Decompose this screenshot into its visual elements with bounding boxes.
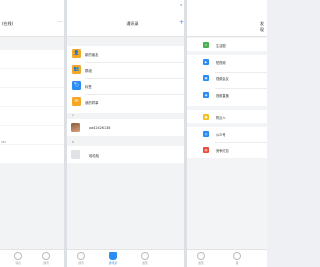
chat-row[interactable] — [0, 69, 64, 87]
tab-calls[interactable]: 通讯 — [71, 252, 91, 265]
official-accounts-icon: ◎ — [203, 131, 209, 137]
section-letter-a: A — [72, 113, 75, 117]
more-menu-icon[interactable]: ··· — [57, 20, 62, 25]
tab-discover[interactable]: 发现 — [191, 252, 211, 265]
discover-title: 发现 — [260, 21, 264, 32]
tab-bar: 消息 通讯 — [0, 249, 64, 267]
discover-item-moments[interactable]: ✦ 生活圈 — [187, 38, 267, 51]
colleagues-label: 我的同事 — [85, 100, 99, 105]
discover-group-2: ◎ 公众号 ▤ 竞争红包 — [187, 127, 267, 158]
chat-preview: 9fd — [1, 140, 6, 144]
tags-label: 标签 — [85, 84, 92, 89]
groups-icon: 👥 — [72, 65, 81, 74]
chats-title: (在线) — [2, 21, 14, 26]
new-friends-label: 新的朋友 — [85, 52, 99, 57]
contacts-tab-icon — [109, 252, 117, 260]
chat-row[interactable] — [0, 50, 64, 68]
tab-me[interactable]: 我 — [227, 252, 247, 265]
discover-item-nearby[interactable]: ● 附近人 — [187, 110, 267, 123]
live-icon: ◉ — [203, 92, 209, 98]
avatar — [71, 123, 80, 132]
red-packet-icon: ▤ — [203, 147, 209, 153]
video-meeting-icon: ▣ — [203, 75, 209, 81]
tab-messages[interactable]: 消息 — [8, 252, 28, 265]
contact-row[interactable]: 哈哈哈 — [67, 146, 198, 163]
avatar — [71, 150, 80, 159]
tab-contacts[interactable]: 通讯录 — [103, 252, 123, 265]
status-bar — [0, 0, 64, 8]
contacts-panel: ▾ ▮ 9:40 通讯录 + 👤 新的朋友 👥 群组 🏷 标签 — [67, 0, 198, 267]
chats-panel: (在线) ··· 9fd 消息 通讯 — [0, 0, 64, 267]
contact-name: 哈哈哈 — [89, 154, 100, 158]
moments-icon: ✦ — [203, 41, 209, 48]
chat-row[interactable] — [0, 88, 64, 106]
tab-discover[interactable]: 发现 — [135, 252, 155, 265]
chat-row[interactable]: 9fd — [0, 126, 64, 144]
chat-row[interactable] — [0, 145, 64, 163]
contact-row[interactable]: aa42426138 — [67, 119, 198, 136]
contacts-navbar: 通讯录 + — [67, 8, 198, 37]
chats-navbar: (在线) ··· — [0, 8, 64, 37]
groups-label: 群组 — [85, 68, 92, 73]
tag-icon: 🏷 — [72, 81, 81, 90]
tab-bar: 发现 我 — [187, 249, 267, 267]
short-video-icon: ▶ — [203, 59, 209, 65]
tab-calls[interactable]: 通讯 — [36, 252, 56, 265]
discover-panel: 发现 ✦ 生活圈 ▶ 短视频 ▣ 视频会议 ◉ 视频直播 ● 附近人 ◎ 公众号… — [187, 0, 267, 267]
discover-video-group: ▶ 短视频 ▣ 视频会议 ◉ 视频直播 — [187, 55, 267, 106]
new-friends-icon: 👤 — [72, 49, 81, 58]
contacts-menu: 👤 新的朋友 👥 群组 🏷 标签 ✉ 我的同事 — [67, 46, 198, 113]
chat-row[interactable] — [0, 107, 64, 125]
status-bar: ▾ ▮ 9:40 — [67, 0, 198, 8]
section-letter-b: B — [72, 140, 75, 144]
contact-name: aa42426138 — [89, 126, 111, 130]
app-root: (在线) ··· 9fd 消息 通讯 ▾ ▮ 9:40 通讯录 + 👤 新的 — [0, 0, 267, 267]
nearby-icon: ● — [203, 113, 209, 120]
colleagues-icon: ✉ — [72, 97, 81, 106]
discover-navbar: 发现 — [187, 8, 267, 37]
status-bar — [187, 0, 267, 8]
tab-bar: 通讯 通讯录 发现 — [67, 249, 198, 267]
